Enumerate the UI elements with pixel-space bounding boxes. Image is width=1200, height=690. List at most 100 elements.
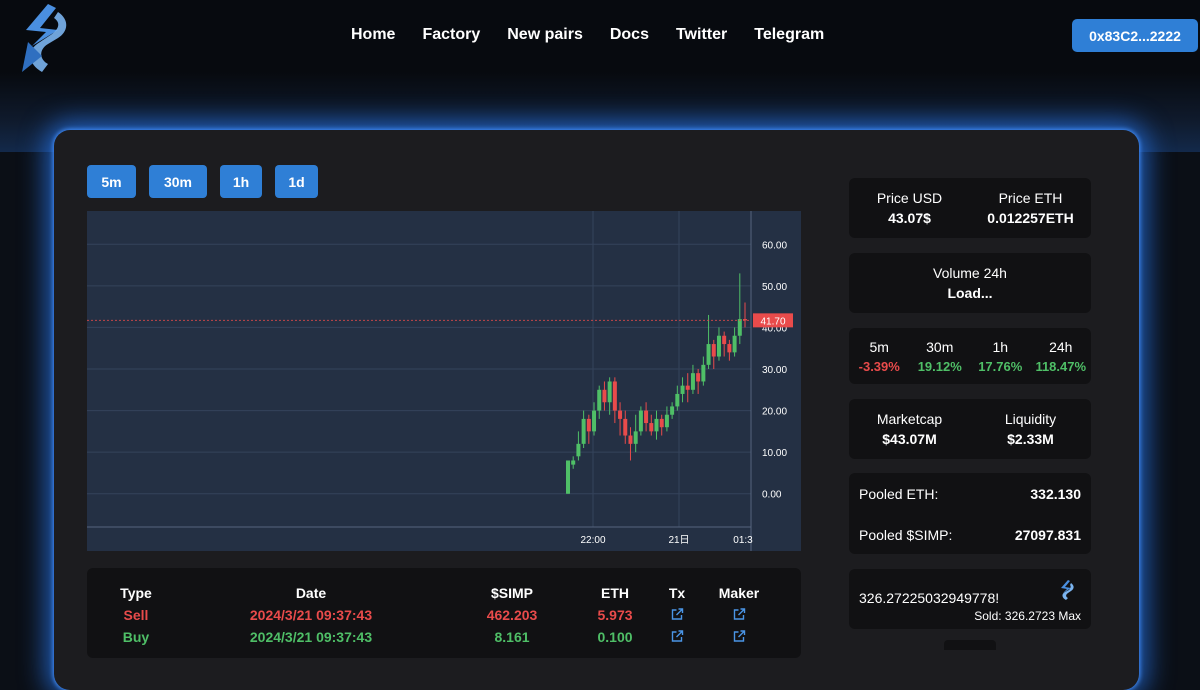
trade-type: Buy	[122, 629, 150, 645]
candle	[628, 435, 633, 444]
candle	[722, 335, 727, 345]
marketcap-value: $43.07M	[882, 431, 937, 447]
trade-eth: 5.973	[597, 607, 633, 623]
token-logo-icon[interactable]	[1059, 580, 1075, 600]
price-card: Price USD 43.07$ Price ETH 0.012257ETH	[849, 178, 1091, 238]
maker-external-link-icon[interactable]	[733, 630, 746, 643]
y-tick-label: 30.00	[762, 365, 787, 376]
change-24h-label: 24h	[1049, 338, 1073, 355]
change-30m-value: 19.12%	[917, 358, 962, 374]
candle	[612, 381, 617, 411]
candle	[659, 418, 664, 428]
x-tick-label: 01:3	[733, 535, 753, 546]
candle	[592, 410, 597, 432]
candle	[685, 385, 690, 390]
y-tick-label: 20.00	[762, 407, 787, 418]
trade-date: 2024/3/21 09:37:43	[249, 629, 373, 645]
y-tick-label: 50.00	[762, 282, 787, 293]
price-usd-label: Price USD	[876, 190, 943, 206]
timeframe-30m-button[interactable]: 30m	[149, 165, 207, 198]
sold-max-text[interactable]: Sold: 326.2723 Max	[974, 609, 1081, 623]
x-tick-label: 21日	[668, 535, 689, 546]
nav-telegram[interactable]: Telegram	[754, 26, 824, 44]
nav-twitter[interactable]: Twitter	[676, 26, 727, 44]
candle	[638, 410, 643, 432]
candle	[711, 344, 716, 357]
candle	[696, 373, 701, 382]
tx-external-link-icon[interactable]	[671, 608, 684, 621]
candle	[737, 319, 742, 336]
candle	[576, 443, 581, 457]
liquidity-value: $2.33M	[1007, 431, 1054, 447]
candle	[607, 381, 612, 403]
liquidity-label: Liquidity	[1004, 411, 1057, 427]
trades-table: Type Date $SIMP ETH Tx Maker Sell 2024/3…	[87, 568, 801, 658]
candle	[706, 344, 711, 365]
candle	[586, 418, 591, 432]
tx-external-link-icon[interactable]	[671, 630, 684, 643]
candle	[664, 414, 669, 428]
price-chart[interactable]: 60.00 50.00 40.00 30.00 20.00 10.00 0.00 22:00 2…	[87, 211, 801, 551]
header-tx: Tx	[668, 585, 686, 601]
header-simp: $SIMP	[490, 585, 534, 601]
swap-amount-input[interactable]: 326.27225032949778!	[859, 590, 1034, 606]
timeframe-5m-button[interactable]: 5m	[87, 165, 136, 198]
wallet-button[interactable]: 0x83C2...2222	[1072, 19, 1198, 52]
header-date: Date	[295, 585, 327, 601]
timeframe-1d-button[interactable]: 1d	[275, 165, 318, 198]
candle	[690, 373, 695, 390]
candle	[566, 460, 570, 494]
pooled-simp-value: 27097.831	[1014, 527, 1081, 543]
nav-home[interactable]: Home	[351, 26, 395, 44]
pooled-simp-label: Pooled $SIMP:	[859, 527, 953, 543]
volume-label: Volume 24h	[933, 265, 1007, 281]
candle	[701, 364, 706, 382]
header-maker: Maker	[718, 585, 760, 601]
timeframe-1h-button[interactable]: 1h	[220, 165, 262, 198]
candle	[581, 418, 586, 444]
price-eth-value: 0.012257ETH	[987, 210, 1074, 226]
swap-card: 326.27225032949778! Sold: 326.2723 Max	[849, 569, 1091, 629]
change-24h-value: 118.47%	[1035, 358, 1087, 374]
nav-new-pairs[interactable]: New pairs	[507, 26, 583, 44]
marketcap-card: Marketcap $43.07M Liquidity $2.33M	[849, 399, 1091, 459]
change-5m-label: 5m	[869, 338, 889, 355]
candle	[633, 431, 638, 444]
candle	[732, 335, 737, 353]
price-eth-label: Price ETH	[998, 190, 1063, 206]
price-usd-value: 43.07$	[888, 210, 931, 226]
header-eth: ETH	[601, 585, 629, 601]
pooled-eth-label: Pooled ETH:	[859, 486, 939, 502]
candle	[680, 385, 685, 394]
candle	[602, 389, 607, 403]
chart-canvas[interactable]: 60.0050.0040.0030.0020.0010.000.0022:00 2…	[87, 211, 801, 551]
maker-external-link-icon[interactable]	[733, 608, 746, 621]
candle	[727, 344, 732, 353]
candle	[675, 393, 680, 407]
change-1h-label: 1h	[992, 338, 1009, 355]
main-nav: Home Factory New pairs Docs Twitter Tele…	[351, 26, 824, 44]
last-price-label: 41.70	[760, 316, 785, 327]
nav-docs[interactable]: Docs	[610, 26, 649, 44]
candle	[644, 410, 649, 424]
price-change-card: 5m -3.39% 30m 19.12% 1h 17.76% 24h 118.4…	[849, 328, 1091, 384]
change-5m-value: -3.39%	[858, 358, 900, 374]
y-tick-label: 10.00	[762, 448, 787, 459]
logo-icon[interactable]	[18, 2, 70, 74]
change-1h-value: 17.76%	[978, 358, 1023, 374]
volume-card: Volume 24h Load...	[849, 253, 1091, 313]
candle	[571, 460, 576, 465]
swap-toggle[interactable]	[944, 640, 996, 650]
trade-simp: 462.203	[486, 607, 538, 623]
y-tick-label: 0.00	[762, 490, 782, 501]
candle	[623, 418, 628, 436]
trade-type: Sell	[123, 607, 149, 623]
volume-value: Load...	[947, 285, 993, 301]
candle	[649, 423, 654, 432]
trade-simp: 8.161	[494, 629, 530, 645]
candle	[597, 389, 602, 411]
candle	[670, 406, 675, 415]
change-30m-label: 30m	[926, 338, 954, 355]
candle	[618, 410, 623, 419]
nav-factory[interactable]: Factory	[422, 26, 480, 44]
